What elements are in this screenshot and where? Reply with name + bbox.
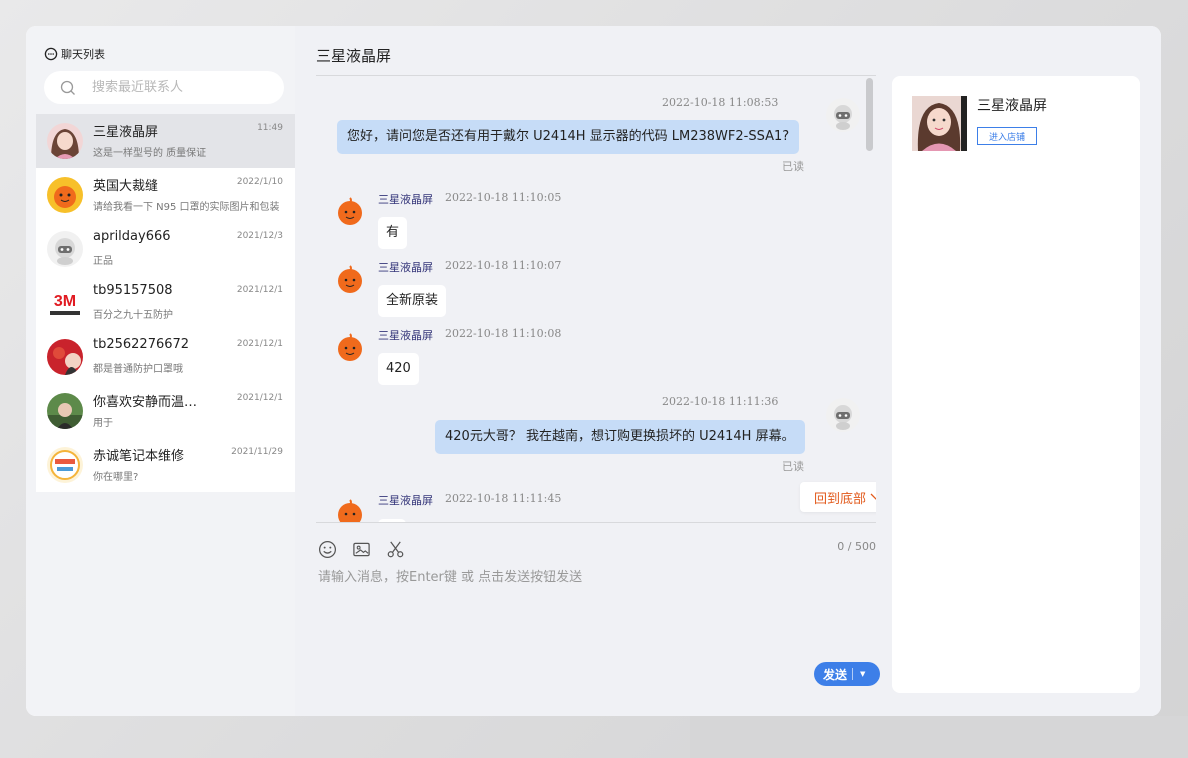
contact-time: 11:49	[257, 123, 283, 133]
contact-time: 2021/12/3	[236, 231, 283, 241]
contact-preview: 用于	[93, 418, 113, 429]
seller-avatar	[333, 496, 367, 522]
avatar	[47, 231, 83, 267]
smiley-icon	[318, 540, 336, 558]
search-input[interactable]	[90, 79, 274, 96]
message-input[interactable]	[316, 564, 860, 668]
contact-preview: 正品	[93, 256, 113, 267]
divider	[316, 522, 876, 523]
contact-preview: 你在哪里?	[93, 472, 139, 483]
contact-item[interactable]: 你喜欢安静而温暖的 2021/12/1 用于	[36, 384, 295, 438]
message-timestamp: 2022-10-18 11:08:53	[662, 96, 779, 109]
sender-name: 三星液晶屏	[378, 193, 433, 206]
shop-avatar	[912, 96, 967, 151]
contact-time: 2021/11/29	[231, 447, 283, 457]
image-icon	[352, 542, 370, 556]
scrollbar[interactable]	[866, 78, 873, 151]
avatar	[47, 177, 83, 213]
contact-name: tb95157508	[93, 283, 173, 298]
send-label: 发送	[823, 667, 848, 682]
chat-title: 三星液晶屏	[316, 47, 392, 65]
input-toolbar	[316, 538, 406, 560]
contact-list: 三星液晶屏 11:49 这是一样型号的 质量保证 英国大裁缝 2022/1/10…	[36, 114, 295, 492]
avatar	[47, 393, 83, 429]
incoming-message[interactable]: 全新原装	[378, 285, 447, 317]
avatar	[47, 123, 83, 159]
contact-name: 英国大裁缝	[93, 179, 159, 194]
scroll-to-bottom-label: 回到底部	[813, 491, 866, 507]
read-status: 已读	[782, 460, 804, 473]
sender-name: 三星液晶屏	[378, 329, 433, 342]
send-button[interactable]: 发送 ▼	[814, 662, 880, 686]
contact-item[interactable]: tb2562276672 2021/12/1 都是普通防护口罩哦	[36, 330, 295, 384]
seller-avatar	[333, 330, 367, 364]
chat-bubble-icon	[44, 47, 58, 61]
message-timestamp: 2022-10-18 11:11:45	[445, 492, 562, 505]
contact-preview: 百分之九十五防护	[93, 310, 173, 321]
user-avatar	[826, 398, 860, 432]
chevron-down-icon	[870, 493, 876, 500]
contact-time: 2022/1/10	[236, 177, 283, 187]
search-box[interactable]	[44, 71, 284, 104]
sidebar-title: 聊天列表	[44, 46, 105, 62]
outgoing-message[interactable]: 420元大哥？ 我在越南，想订购更换损坏的 U2414H 屏幕。	[435, 420, 805, 454]
contact-name: 你喜欢安静而温暖的	[93, 395, 203, 410]
contact-preview: 都是普通防护口罩哦	[93, 364, 183, 375]
sidebar-title-label: 聊天列表	[61, 48, 105, 61]
contact-item[interactable]: 三星液晶屏 11:49 这是一样型号的 质量保证	[36, 114, 295, 168]
contact-name: tb2562276672	[93, 337, 190, 352]
scissors-icon	[387, 541, 403, 557]
search-icon	[60, 80, 75, 95]
contact-time: 2021/12/1	[236, 339, 283, 349]
shop-name: 三星液晶屏	[977, 98, 1047, 114]
scroll-to-bottom-button[interactable]: 回到底部	[800, 482, 876, 512]
sender-name: 三星液晶屏	[378, 494, 433, 507]
enter-shop-button[interactable]: 进入店铺	[977, 127, 1037, 145]
char-counter: 0 / 500	[837, 540, 876, 553]
contact-name: 三星液晶屏	[93, 125, 159, 140]
message-list[interactable]: 2022-10-18 11:08:53 您好，请问您是否还有用于戴尔 U2414…	[316, 76, 876, 522]
avatar	[47, 339, 83, 375]
sender-name: 三星液晶屏	[378, 261, 433, 274]
contact-time: 2021/12/1	[236, 285, 283, 295]
seller-avatar	[333, 262, 367, 296]
seller-avatar	[333, 194, 367, 228]
shop-info-panel: 三星液晶屏 进入店铺	[892, 76, 1140, 693]
message-timestamp: 2022-10-18 11:10:05	[445, 191, 562, 204]
chat-window: 聊天列表 三星液晶屏 11:49 这是一样型号的 质量保证	[26, 26, 1161, 716]
contact-item[interactable]: aprilday666 2021/12/3 正品	[36, 222, 295, 276]
contact-item[interactable]: 英国大裁缝 2022/1/10 请给我看一下 N95 口罩的实际图片和包装	[36, 168, 295, 222]
svg-text:3M: 3M	[54, 293, 76, 310]
read-status: 已读	[782, 160, 804, 173]
contact-name: aprilday666	[93, 229, 171, 244]
sidebar: 聊天列表 三星液晶屏 11:49 这是一样型号的 质量保证	[26, 26, 295, 716]
avatar	[47, 447, 83, 483]
contact-name: 赤诚笔记本维修	[93, 449, 185, 464]
contact-time: 2021/12/1	[236, 393, 283, 403]
message-timestamp: 2022-10-18 11:10:07	[445, 259, 562, 272]
incoming-message[interactable]: 420	[378, 353, 419, 385]
contact-preview: 请给我看一下 N95 口罩的实际图片和包装	[93, 202, 280, 213]
message-timestamp: 2022-10-18 11:11:36	[662, 395, 779, 408]
contact-item[interactable]: 3M tb95157508 2021/12/1 百分之九十五防护	[36, 276, 295, 330]
outgoing-message[interactable]: 您好，请问您是否还有用于戴尔 U2414H 显示器的代码 LM238WF2-SS…	[337, 120, 800, 154]
incoming-message[interactable]: 有	[378, 217, 408, 249]
image-button[interactable]	[350, 538, 372, 560]
contact-preview: 这是一样型号的 质量保证	[93, 148, 207, 159]
screenshot-button[interactable]	[384, 538, 406, 560]
divider	[852, 668, 854, 680]
user-avatar	[826, 98, 860, 132]
contact-item[interactable]: 赤诚笔记本维修 2021/11/29 你在哪里?	[36, 438, 295, 492]
caret-down-icon[interactable]: ▼	[860, 670, 865, 678]
chat-panel: 三星液晶屏 2022-10-18 11:08:53 您好，请问您是否还有用于戴尔…	[295, 26, 1161, 716]
background-block	[690, 716, 1188, 758]
avatar: 3M	[47, 285, 83, 321]
message-timestamp: 2022-10-18 11:10:08	[445, 327, 562, 340]
emoji-button[interactable]	[316, 538, 338, 560]
